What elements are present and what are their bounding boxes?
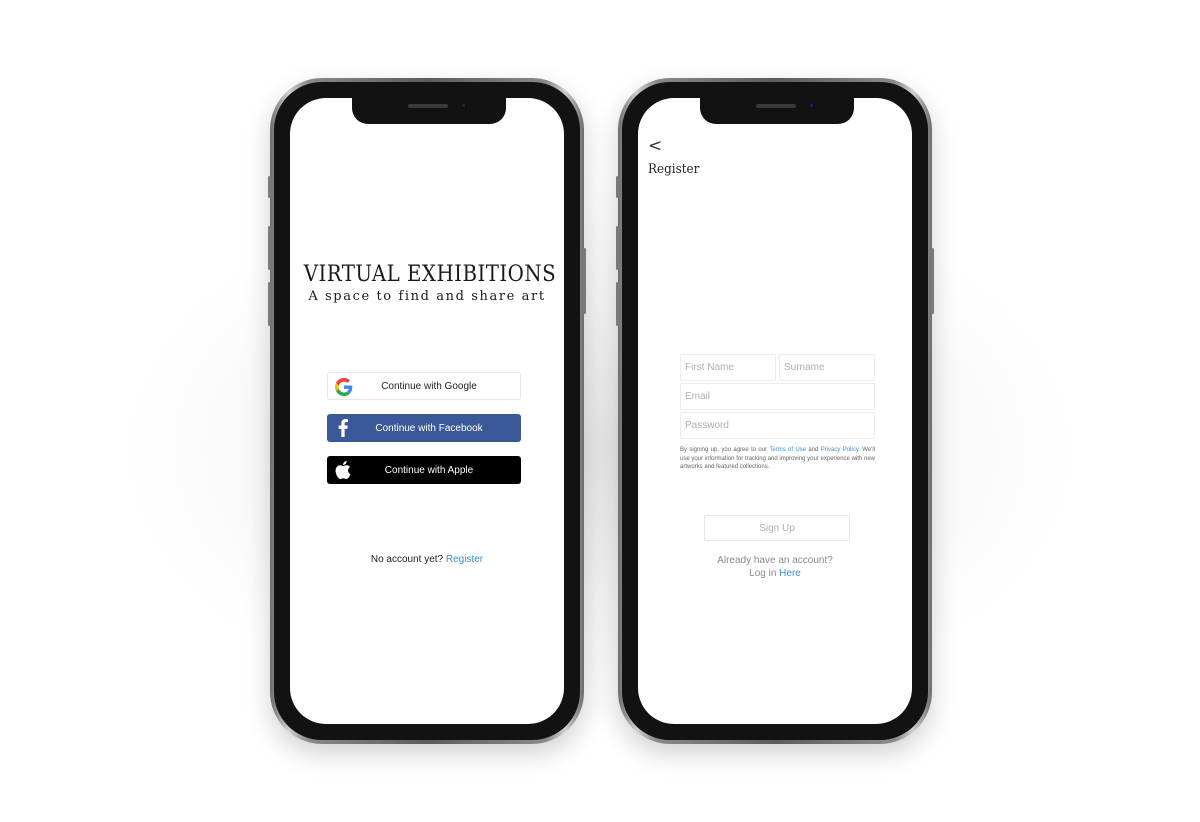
phone-mute-switch: [616, 176, 619, 198]
already-have-account-text: Already have an account?: [717, 555, 833, 566]
facebook-button-label: Continue with Facebook: [375, 422, 483, 434]
app-title: VIRTUAL EXHIBITIONS: [303, 262, 557, 287]
terms-and: and: [808, 447, 819, 453]
back-chevron-icon[interactable]: <: [648, 136, 662, 156]
phone-volume-down: [616, 282, 619, 326]
sign-up-button[interactable]: Sign Up: [704, 515, 850, 541]
login-line: Log in Here: [638, 567, 912, 580]
mockup-stage: VIRTUAL EXHIBITIONS A space to find and …: [0, 0, 1200, 822]
register-screen: < Register By signing up, you agree to o…: [638, 98, 912, 724]
apple-button-label: Continue with Apple: [384, 464, 474, 476]
login-prefix: Log in: [749, 568, 777, 579]
phone-volume-up: [268, 226, 271, 270]
login-screen: VIRTUAL EXHIBITIONS A space to find and …: [290, 98, 564, 724]
phone-bezel: < Register By signing up, you agree to o…: [622, 82, 928, 740]
phone-bezel: VIRTUAL EXHIBITIONS A space to find and …: [274, 82, 580, 740]
terms-notice: By signing up, you agree to our Terms of…: [680, 446, 875, 472]
no-account-text: No account yet?: [370, 554, 444, 565]
terms-prefix: By signing up, you agree to our: [680, 447, 768, 453]
front-camera: [808, 102, 815, 109]
phone-power-button: [931, 248, 934, 314]
google-button-label: Continue with Google: [381, 380, 477, 392]
apple-logo-icon: [333, 460, 353, 480]
terms-of-use-link[interactable]: Terms of Use: [769, 447, 806, 453]
continue-with-google-button[interactable]: Continue with Google: [327, 372, 521, 400]
front-camera: [460, 102, 467, 109]
privacy-policy-link[interactable]: Privacy Policy: [821, 447, 859, 453]
phone-volume-up: [616, 226, 619, 270]
speaker-grille: [756, 104, 796, 108]
email-input[interactable]: [680, 383, 875, 410]
phone-mute-switch: [268, 176, 271, 198]
speaker-grille: [408, 104, 448, 108]
no-account-line: No account yet? Register: [290, 554, 564, 565]
phone-register: < Register By signing up, you agree to o…: [616, 78, 934, 744]
app-subtitle: A space to find and share art: [308, 289, 546, 304]
surname-input[interactable]: [779, 354, 875, 381]
register-link[interactable]: Register: [446, 554, 483, 565]
already-have-account: Already have an account? Log in Here: [638, 554, 912, 580]
phone-login: VIRTUAL EXHIBITIONS A space to find and …: [268, 78, 586, 744]
phone-notch: [352, 98, 506, 124]
password-input[interactable]: [680, 412, 875, 439]
continue-with-facebook-button[interactable]: Continue with Facebook: [327, 414, 521, 442]
first-name-input[interactable]: [680, 354, 776, 381]
register-page-title: Register: [648, 162, 700, 177]
google-logo-icon: [334, 377, 354, 397]
phone-notch: [700, 98, 854, 124]
phone-volume-down: [268, 282, 271, 326]
facebook-logo-icon: [333, 418, 353, 438]
continue-with-apple-button[interactable]: Continue with Apple: [327, 456, 521, 484]
login-here-link[interactable]: Here: [779, 568, 801, 579]
phone-power-button: [583, 248, 586, 314]
